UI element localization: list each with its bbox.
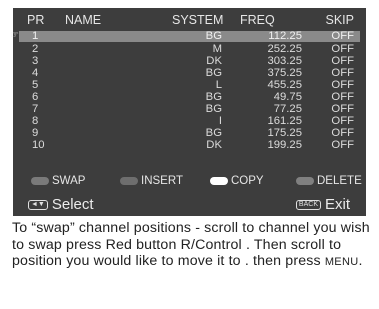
insert-label: INSERT — [141, 175, 183, 187]
row-skip: OFF — [331, 115, 354, 127]
row-freq: 252.25 — [267, 43, 302, 55]
row-freq: 303.25 — [267, 55, 302, 67]
row-pr: 9 — [32, 127, 39, 139]
channel-row[interactable]: 9 BG 175.25 OFF — [19, 127, 360, 139]
instruction-text: To “swap” channel positions - scroll to … — [12, 220, 372, 271]
yellow-key-swatch-icon — [210, 177, 228, 185]
copy-label: COPY — [231, 175, 264, 187]
row-pr: 6 — [32, 91, 39, 103]
back-key-icon: BACK — [295, 199, 321, 210]
row-skip: OFF — [331, 91, 354, 103]
channel-row[interactable]: 10 DK 199.25 OFF — [19, 139, 360, 151]
channel-row[interactable]: 1 BG 112.25 OFF — [19, 30, 360, 42]
row-skip: OFF — [331, 103, 354, 115]
copy-legend: COPY — [210, 175, 264, 187]
row-pr: 1 — [32, 30, 39, 42]
column-header-pr: PR — [27, 13, 45, 27]
navigation-key-icon: ◄▼ — [28, 199, 48, 210]
row-pr: 7 — [32, 103, 39, 115]
row-freq: 77.25 — [273, 103, 302, 115]
row-freq: 49.75 — [273, 91, 302, 103]
row-skip: OFF — [331, 43, 354, 55]
row-freq: 112.25 — [268, 30, 302, 42]
channel-row[interactable]: 6 BG 49.75 OFF — [19, 91, 360, 103]
insert-legend: INSERT — [120, 175, 183, 187]
delete-legend: DELETE — [296, 175, 362, 187]
row-freq: 375.25 — [267, 67, 302, 79]
row-skip: OFF — [331, 30, 354, 42]
row-system: BG — [205, 91, 222, 103]
exit-hint: BACK Exit — [295, 196, 350, 213]
row-pr: 3 — [32, 55, 39, 67]
row-freq: 455.25 — [267, 79, 302, 91]
row-system: BG — [205, 30, 222, 42]
select-hint: ◄▼ Select — [28, 196, 94, 213]
row-skip: OFF — [331, 139, 354, 151]
row-pr: 2 — [32, 43, 39, 55]
row-freq: 175.25 — [267, 127, 302, 139]
blue-key-swatch-icon — [296, 177, 314, 185]
selection-pointer-icon: ☞ — [10, 30, 19, 41]
row-system: I — [218, 115, 222, 127]
channel-row[interactable]: 2 M 252.25 OFF — [19, 43, 360, 55]
row-skip: OFF — [331, 79, 354, 91]
channel-row[interactable]: 5 L 455.25 OFF — [19, 79, 360, 91]
channel-row[interactable]: 7 BG 77.25 OFF — [19, 103, 360, 115]
row-pr: 10 — [32, 139, 45, 151]
row-system: BG — [205, 103, 222, 115]
instruction-text-end: . — [358, 253, 363, 270]
select-label: Select — [51, 196, 94, 213]
row-freq: 199.25 — [267, 139, 302, 151]
column-header-freq: FREQ — [240, 13, 275, 27]
row-pr: 5 — [32, 79, 39, 91]
channel-list-panel: PR NAME SYSTEM FREQ SKIP ☞ 1 BG 112.25 O… — [10, 8, 366, 216]
row-system: L — [215, 79, 222, 91]
swap-label: SWAP — [52, 175, 86, 187]
channel-row[interactable]: 4 BG 375.25 OFF — [19, 67, 360, 79]
column-header-name: NAME — [65, 13, 102, 27]
exit-label: Exit — [324, 196, 350, 213]
row-skip: OFF — [331, 67, 354, 79]
green-key-swatch-icon — [120, 177, 138, 185]
channel-row[interactable]: 3 DK 303.25 OFF — [19, 55, 360, 67]
column-header-skip: SKIP — [325, 13, 355, 27]
row-skip: OFF — [331, 55, 354, 67]
row-skip: OFF — [331, 127, 354, 139]
row-system: DK — [206, 55, 222, 67]
instruction-text-main: To “swap” channel positions - scroll to … — [12, 220, 370, 270]
row-system: BG — [205, 127, 222, 139]
delete-label: DELETE — [317, 175, 362, 187]
red-key-swatch-icon — [31, 177, 49, 185]
row-pr: 8 — [32, 115, 39, 127]
column-header-system: SYSTEM — [172, 13, 224, 27]
swap-legend: SWAP — [31, 175, 85, 187]
channel-row[interactable]: 8 I 161.25 OFF — [19, 115, 360, 127]
row-system: BG — [205, 67, 222, 79]
row-system: M — [212, 43, 222, 55]
row-pr: 4 — [32, 67, 39, 79]
row-system: DK — [206, 139, 222, 151]
menu-key-label: MENU — [324, 256, 359, 269]
row-freq: 161.25 — [267, 115, 302, 127]
